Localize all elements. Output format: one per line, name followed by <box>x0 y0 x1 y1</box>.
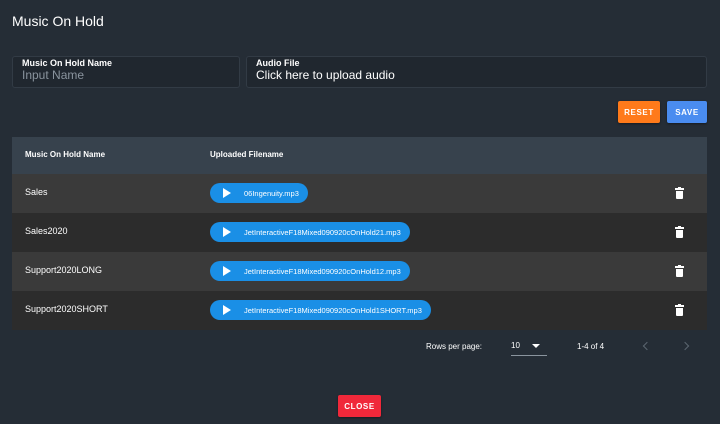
row-filename: JetInteractiveF18Mixed090920cOnHold1SHOR… <box>244 305 422 315</box>
trash-icon[interactable] <box>675 265 684 277</box>
audio-player-button[interactable]: 06Ingenuity.mp3 <box>210 183 308 203</box>
row-filename: 06Ingenuity.mp3 <box>244 188 299 198</box>
name-field[interactable]: Music On Hold Name <box>12 56 240 88</box>
chevron-down-icon <box>532 344 540 348</box>
play-icon <box>223 266 231 276</box>
row-filename: JetInteractiveF18Mixed090920cOnHold21.mp… <box>244 227 401 237</box>
close-button[interactable]: CLOSE <box>338 395 381 417</box>
play-icon <box>223 305 231 315</box>
table-row: Sales 06Ingenuity.mp3 <box>12 174 707 213</box>
chevron-right-icon[interactable] <box>676 336 696 356</box>
audio-player-button[interactable]: JetInteractiveF18Mixed090920cOnHold21.mp… <box>210 222 410 242</box>
audio-upload-prompt[interactable]: Click here to upload audio <box>256 68 395 82</box>
reset-button[interactable]: RESET <box>618 101 660 123</box>
rows-per-page-value: 10 <box>511 341 520 350</box>
dialog-title: Music On Hold <box>12 13 104 29</box>
row-name: Sales <box>25 187 48 197</box>
play-icon <box>223 227 231 237</box>
trash-icon[interactable] <box>675 226 684 238</box>
audio-player-button[interactable]: JetInteractiveF18Mixed090920cOnHold1SHOR… <box>210 300 431 320</box>
row-name: Support2020LONG <box>25 265 103 275</box>
column-header-filename: Uploaded Filename <box>210 150 284 159</box>
audio-file-label: Audio File <box>256 58 300 68</box>
pagination-range: 1-4 of 4 <box>577 342 605 351</box>
save-button[interactable]: SAVE <box>667 101 707 123</box>
name-field-label: Music On Hold Name <box>22 58 113 68</box>
table-header: Music On Hold Name Uploaded Filename <box>12 137 707 174</box>
rows-per-page-label: Rows per page: <box>426 342 483 351</box>
chevron-left-icon[interactable] <box>636 336 656 356</box>
trash-icon[interactable] <box>675 304 684 316</box>
row-name: Sales2020 <box>25 226 68 236</box>
music-on-hold-table: Music On Hold Name Uploaded Filename Sal… <box>12 137 707 376</box>
row-filename: JetInteractiveF18Mixed090920cOnHold12.mp… <box>244 266 401 276</box>
table-row: Support2020SHORT JetInteractiveF18Mixed0… <box>12 291 707 330</box>
rows-per-page-select[interactable]: 10 <box>511 336 547 356</box>
name-input[interactable] <box>22 68 222 82</box>
column-header-name: Music On Hold Name <box>25 150 106 159</box>
trash-icon[interactable] <box>675 187 684 199</box>
audio-file-field[interactable]: Audio File Click here to upload audio <box>246 56 707 88</box>
play-icon <box>223 188 231 198</box>
table-row: Support2020LONG JetInteractiveF18Mixed09… <box>12 252 707 291</box>
audio-player-button[interactable]: JetInteractiveF18Mixed090920cOnHold12.mp… <box>210 261 410 281</box>
table-row: Sales2020 JetInteractiveF18Mixed090920cO… <box>12 213 707 252</box>
table-pagination: Rows per page: 10 1-4 of 4 <box>12 330 707 376</box>
row-name: Support2020SHORT <box>25 304 108 314</box>
